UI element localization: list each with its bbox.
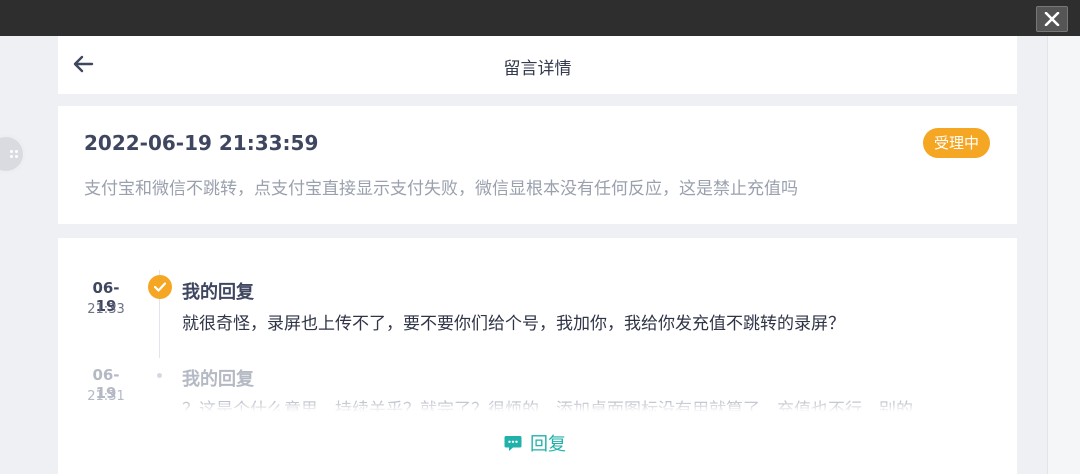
message-card: 2022-06-19 21:33:59 受理中 支付宝和微信不跳转，点支付宝直接… xyxy=(58,106,1017,224)
reply-button-label: 回复 xyxy=(530,434,566,455)
close-button[interactable] xyxy=(1036,6,1068,32)
reply-button[interactable]: 回复 xyxy=(504,430,566,456)
reply-author: 我的回复 xyxy=(182,369,254,390)
chat-bubble-icon xyxy=(504,435,522,451)
reply-text: 就很奇怪，录屏也上传不了，要不要你们给个号，我加你，我给你发充值不跳转的录屏？ xyxy=(182,314,845,334)
status-badge: 受理中 xyxy=(922,128,990,158)
page-header: 留言详情 xyxy=(58,36,1017,94)
floating-menu-button[interactable] xyxy=(0,134,26,174)
reply-list: 06-19 21:33 我的回复 就很奇怪，录屏也上传不了，要不要你们给个号，我… xyxy=(58,238,1017,474)
close-icon xyxy=(1044,12,1060,26)
timeline-dot-icon xyxy=(157,373,162,378)
message-content: 支付宝和微信不跳转，点支付宝直接显示支付失败，微信显根本没有任何反应，这是禁止充… xyxy=(84,179,798,199)
window-titlebar xyxy=(0,0,1080,36)
grid-icon xyxy=(9,149,19,159)
side-panel-edge xyxy=(1047,36,1080,474)
reply-author: 我的回复 xyxy=(182,282,254,303)
message-datetime: 2022-06-19 21:33:59 xyxy=(84,131,319,155)
page-title: 留言详情 xyxy=(503,59,572,79)
check-circle-icon xyxy=(148,275,172,299)
reply-time: 21:33 xyxy=(87,302,125,317)
